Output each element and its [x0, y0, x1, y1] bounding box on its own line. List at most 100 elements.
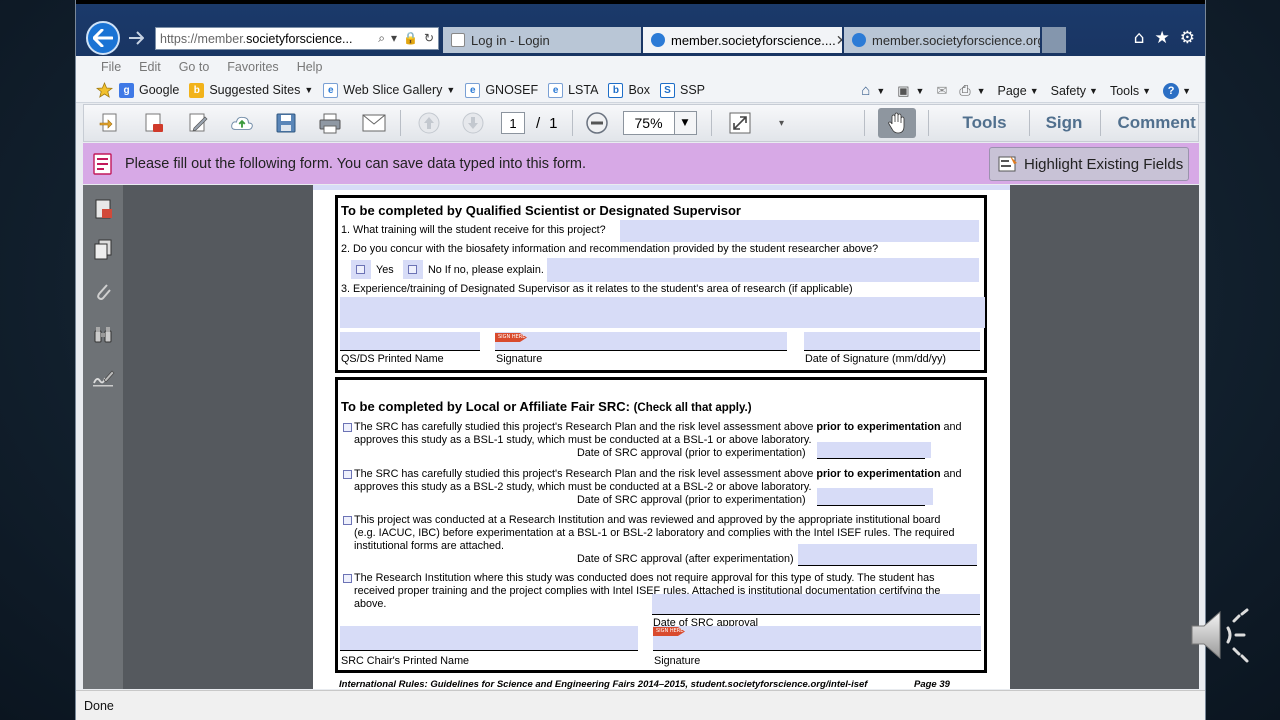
option3-date-field[interactable] [798, 544, 977, 565]
menu-edit[interactable]: Edit [139, 60, 161, 74]
address-sub: member. [197, 31, 247, 46]
page-number-input[interactable]: 1 [501, 112, 525, 134]
page-total: 1 [549, 114, 558, 132]
navigation-pane [83, 185, 124, 689]
yes-label: Yes [376, 264, 394, 276]
mail-button[interactable]: ✉ [936, 83, 947, 99]
attachment-icon[interactable] [91, 279, 115, 303]
signatures-icon[interactable] [91, 365, 115, 389]
zoom-dropdown-icon[interactable]: ▼ [674, 111, 697, 135]
src-approval-date-field[interactable] [652, 594, 980, 614]
new-tab-button[interactable] [1042, 27, 1066, 53]
option2-date-field[interactable] [817, 488, 933, 505]
fav-suggested-sites[interactable]: b Suggested Sites ▼ [189, 82, 313, 98]
search-icon[interactable]: ⌕ [378, 31, 385, 46]
menu-goto[interactable]: Go to [179, 60, 210, 74]
favorites-star[interactable] [96, 82, 113, 98]
option1-date-field[interactable] [817, 442, 931, 458]
option1-line1: The SRC has carefully studied this proje… [354, 421, 962, 433]
dropdown-icon: ▼ [446, 85, 456, 95]
training-field[interactable] [620, 220, 979, 242]
option3-line3: institutional forms are attached. [354, 540, 505, 552]
no-checkbox[interactable] [408, 265, 417, 274]
address-prefix: https:// [160, 31, 198, 46]
menu-file[interactable]: File [101, 60, 121, 74]
section1-heading: To be completed by Qualified Scientist o… [341, 203, 741, 218]
sign-pane-link[interactable]: Sign [1046, 113, 1083, 133]
pdf-toolbar: 1 / 1 75% ▼ ▾ Tools Sign Comment [83, 104, 1199, 142]
print-button[interactable]: ⎙ ▼ [959, 82, 985, 99]
title-bar: https://member. societyforscience... ⌕ ▾ … [76, 0, 1205, 56]
fav-box[interactable]: b Box [608, 82, 650, 98]
back-arrow-icon[interactable] [86, 21, 120, 55]
option2-date-label: Date of SRC approval (prior to experimen… [577, 494, 806, 506]
menu-favorites[interactable]: Favorites [227, 60, 278, 74]
qsds-name-field[interactable] [340, 332, 480, 350]
lock-icon[interactable]: 🔒 [403, 31, 418, 46]
zoom-out-icon[interactable] [585, 111, 609, 135]
ie-icon: e [323, 82, 339, 98]
zoom-level-input[interactable]: 75% [622, 111, 675, 135]
pages-icon[interactable] [91, 237, 115, 261]
email-icon[interactable] [362, 111, 386, 135]
create-pdf-icon[interactable] [142, 111, 166, 135]
speaker-icon[interactable] [1190, 604, 1254, 666]
upload-icon[interactable] [230, 111, 254, 135]
open-icon[interactable] [98, 111, 122, 135]
explain-field[interactable] [547, 258, 979, 282]
toolbar-options-icon[interactable]: ▾ [770, 111, 794, 135]
src-chair-name-field[interactable] [340, 626, 638, 650]
yes-checkbox[interactable] [356, 265, 365, 274]
option3-checkbox[interactable] [343, 516, 352, 525]
signature-date-field[interactable] [804, 332, 980, 350]
fit-page-icon[interactable] [728, 111, 752, 135]
option2-checkbox[interactable] [343, 470, 352, 479]
tab-login[interactable]: Log in - Login [443, 27, 641, 53]
address-bar[interactable]: https://member. societyforscience... ⌕ ▾ … [155, 27, 439, 50]
fav-lsta[interactable]: e LSTA [548, 82, 598, 98]
next-page-icon[interactable] [461, 111, 485, 135]
ie-icon: e [465, 82, 481, 98]
feeds-button[interactable]: ▣ ▼ [897, 83, 924, 99]
home-button[interactable]: ⌂ ▼ [861, 82, 885, 99]
option4-line1: The Research Institution where this stud… [354, 572, 935, 584]
fav-ssp[interactable]: S SSP [660, 82, 705, 98]
close-icon[interactable]: ✕ [836, 32, 842, 49]
prev-page-icon[interactable] [417, 111, 441, 135]
hand-tool-icon[interactable] [877, 108, 916, 138]
help-icon: ? [1163, 82, 1180, 99]
page-menu[interactable]: Page ▼ [997, 84, 1038, 98]
gear-icon[interactable]: ⚙ [1180, 28, 1195, 48]
fav-web-slice-gallery[interactable]: e Web Slice Gallery ▼ [323, 82, 456, 98]
option4-checkbox[interactable] [343, 574, 352, 583]
search-binoculars-icon[interactable] [91, 323, 115, 347]
tab-label: member.societyforscience.... [671, 32, 836, 48]
tab-member-active[interactable]: member.societyforscience.... ✕ [643, 27, 842, 53]
refresh-icon[interactable]: ↻ [424, 31, 434, 46]
forward-arrow-icon[interactable] [126, 27, 146, 49]
fav-google[interactable]: g Google [119, 82, 179, 98]
src-chair-signature-field[interactable] [653, 626, 981, 650]
help-button[interactable]: ? ▼ [1163, 82, 1191, 99]
tools-menu[interactable]: Tools ▼ [1110, 84, 1151, 98]
page-thumbnails-icon[interactable] [91, 197, 115, 221]
question-2: 2. Do you concur with the biosafety info… [341, 243, 879, 255]
edit-icon[interactable] [186, 111, 210, 135]
safety-menu[interactable]: Safety ▼ [1051, 84, 1098, 98]
menu-help[interactable]: Help [297, 60, 323, 74]
comment-pane-link[interactable]: Comment [1117, 113, 1195, 133]
save-icon[interactable] [274, 111, 298, 135]
fav-gnosef[interactable]: e GNOSEF [465, 82, 538, 98]
experience-field[interactable] [340, 297, 985, 328]
tab-member[interactable]: member.societyforscience.org [844, 27, 1040, 53]
highlight-fields-button[interactable]: Highlight Existing Fields [989, 147, 1189, 181]
ie-icon: e [548, 82, 564, 98]
option1-checkbox[interactable] [343, 423, 352, 432]
dropdown-icon[interactable]: ▾ [391, 31, 397, 46]
status-bar: Done [76, 690, 1205, 720]
qsds-signature-field[interactable] [495, 332, 787, 350]
star-icon[interactable]: ★ [1155, 28, 1170, 48]
home-icon[interactable]: ⌂ [1134, 28, 1145, 48]
print-icon[interactable] [318, 111, 342, 135]
tools-pane-link[interactable]: Tools [963, 113, 1007, 133]
